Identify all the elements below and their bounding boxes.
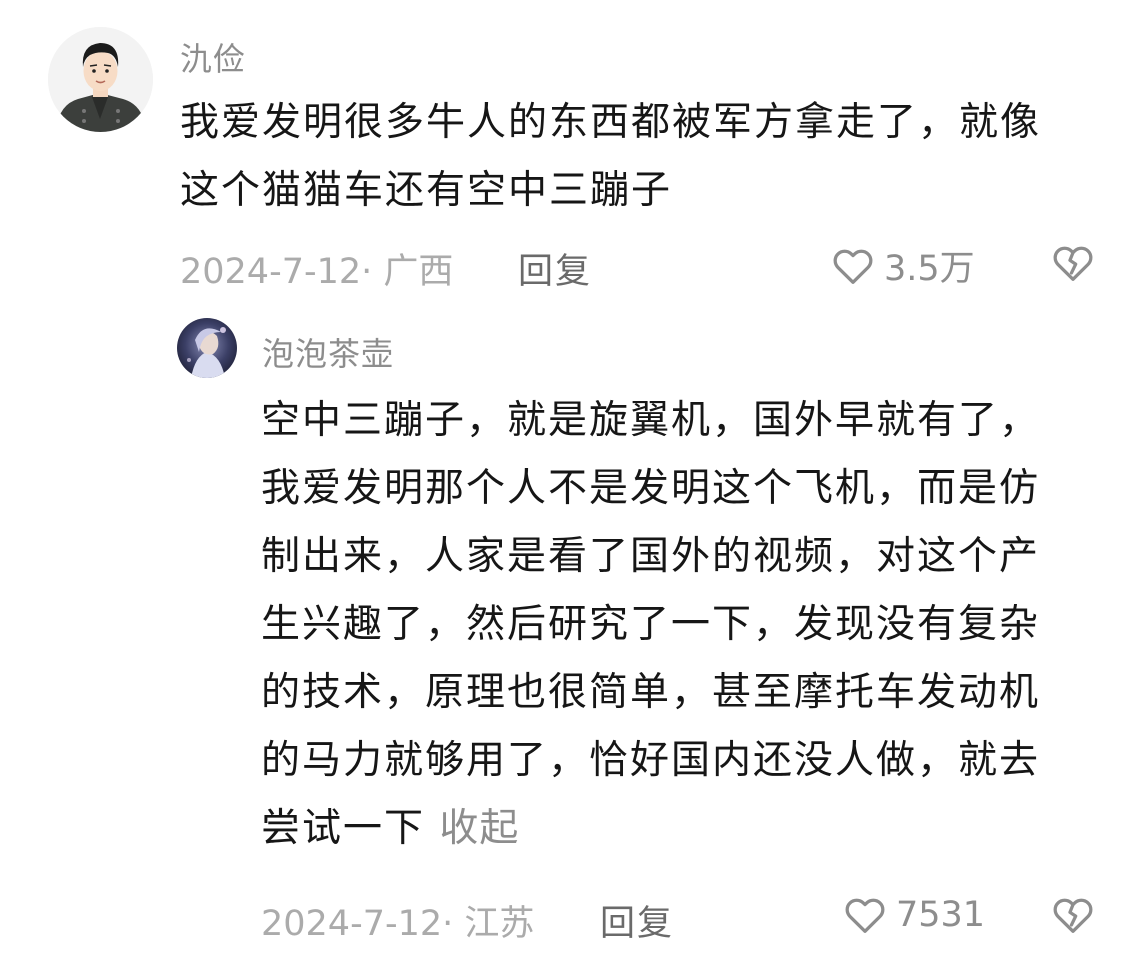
comment-text-line: 这个猫猫车还有空中三蹦子 [180,168,673,213]
collapse-button[interactable]: 收起 [439,806,519,851]
dislike-button[interactable] [1050,240,1096,286]
like-button[interactable]: 3.5万 [830,240,975,291]
like-count: 3.5万 [884,249,975,289]
comment-text-line: 尝试一下 收起 [261,795,1040,863]
like-count: 7531 [896,895,986,935]
username[interactable]: 氿俭 [180,34,246,80]
like-button[interactable]: 7531 [842,892,985,938]
broken-heart-icon [1053,898,1093,933]
user-avatar[interactable] [48,27,153,132]
reply-button[interactable]: 回复 [518,243,592,294]
comment-text-line: 空中三蹦子，就是旋翼机，国外早就有了， [261,398,1041,443]
comment-text: 我爱发明很多牛人的东西都被军方拿走了，就像 这个猫猫车还有空中三蹦子 [180,89,1041,225]
man-cartoon-avatar-icon [48,27,153,132]
broken-heart-icon [1053,246,1093,281]
heart-outline-icon [833,249,873,284]
anime-character-avatar-icon [177,318,237,378]
comment-text-line: 的技术，原理也很简单，甚至摩托车发动机 [261,670,1041,715]
user-avatar[interactable] [177,318,237,378]
comment-text-line: 我爱发明很多牛人的东西都被军方拿走了，就像 [180,100,1042,145]
date-location: 2024-7-12· 江苏 [261,904,535,944]
dislike-button[interactable] [1050,892,1096,938]
date-location: 2024-7-12· 广西 [180,252,454,292]
comment-text: 空中三蹦子，就是旋翼机，国外早就有了， 我爱发明那个人不是发明这个飞机，而是仿 … [261,387,1040,863]
comment-text-line: 的马力就够用了，恰好国内还没人做，就去 [261,738,1041,783]
comment-text-last-line: 尝试一下 [261,806,426,851]
comment-text-line: 制出来，人家是看了国外的视频，对这个产 [261,534,1041,579]
comment-text-line: 我爱发明那个人不是发明这个飞机，而是仿 [261,466,1041,511]
reply-button[interactable]: 回复 [600,895,674,946]
username[interactable]: 泡泡茶壶 [262,329,394,375]
heart-outline-icon [845,898,885,933]
comment-text-line: 生兴趣了，然后研究了一下，发现没有复杂 [261,602,1041,647]
